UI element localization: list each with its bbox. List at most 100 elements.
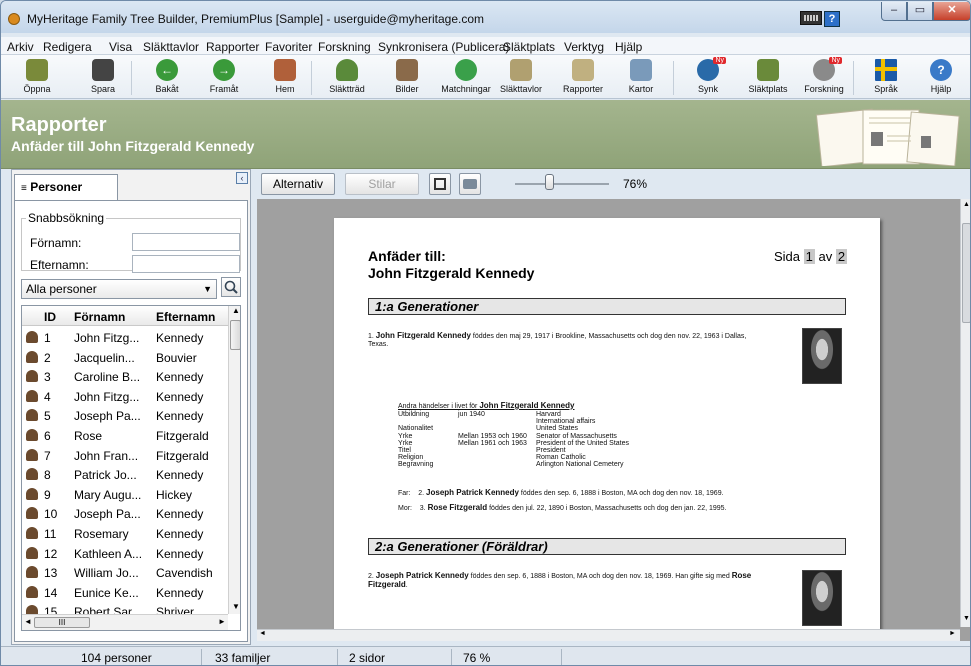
menu-verktyg[interactable]: Verktyg [564, 40, 604, 54]
row-lastname: Kennedy [156, 585, 204, 600]
save-report-button[interactable] [429, 173, 451, 195]
sync-button[interactable]: Ny Synk [678, 57, 738, 97]
styles-button[interactable]: Stilar [345, 173, 419, 195]
zoom-slider-thumb[interactable] [544, 174, 554, 190]
forward-button[interactable]: → Framåt [194, 57, 254, 97]
print-button[interactable] [459, 173, 481, 195]
person-icon [26, 448, 38, 461]
table-row[interactable]: 13 William Jo... Cavendish [22, 563, 228, 582]
table-row[interactable]: 4 John Fitzg... Kennedy [22, 387, 228, 406]
row-id: 1 [44, 331, 51, 345]
tab-persons[interactable]: ≡ Personer [14, 174, 118, 200]
minimize-button[interactable]: – [881, 2, 907, 21]
table-horizontal-scrollbar[interactable]: ◄ III ► [22, 614, 228, 630]
keyboard-icon[interactable] [800, 11, 822, 25]
photos-button[interactable]: Bilder [377, 57, 437, 97]
row-id: 9 [44, 487, 51, 502]
event-cell: Utbildning [398, 411, 430, 418]
row-lastname: Cavendish [156, 566, 213, 581]
firstname-input[interactable] [132, 233, 240, 251]
row-firstname: Joseph Pa... [74, 409, 141, 424]
menu-arkiv[interactable]: Arkiv [7, 40, 34, 54]
collapse-panel-button[interactable]: ‹ [236, 172, 248, 184]
language-button[interactable]: Språk [856, 57, 916, 97]
family-site-button[interactable]: Släktplats [738, 57, 798, 97]
table-row[interactable]: 12 Kathleen A... Kennedy [22, 544, 228, 563]
mother-entry: Mor: 3. Rose Fitzgerald föddes den jul. … [398, 503, 727, 513]
options-button[interactable]: Alternativ [261, 173, 335, 195]
generation-2-header: 2:a Generationer (Föräldrar) [368, 538, 846, 555]
row-id: 14 [44, 585, 58, 600]
menu-hjalp[interactable]: Hjälp [615, 40, 642, 54]
open-button[interactable]: Öppna [7, 57, 67, 97]
row-firstname: Jacquelin... [74, 350, 135, 365]
person-icon [26, 527, 38, 539]
table-row[interactable]: 10 Joseph Pa... Kennedy [22, 504, 228, 523]
menu-slaktplats[interactable]: Släktplats [503, 40, 555, 54]
search-button[interactable] [221, 277, 241, 297]
row-id: 7 [44, 448, 51, 463]
table-row[interactable]: 14 Eunice Ke... Kennedy [22, 583, 228, 602]
menu-favoriter[interactable]: Favoriter [265, 40, 312, 54]
menu-visa[interactable]: Visa [109, 40, 132, 54]
menu-synkronisera[interactable]: Synkronisera (Publicera) [378, 40, 509, 54]
person-entry-2: 2. Joseph Patrick Kennedy föddes den sep… [368, 571, 752, 590]
family-tree-button[interactable]: Släktträd [317, 57, 377, 97]
menu-forskning[interactable]: Forskning [318, 40, 371, 54]
back-button[interactable]: ← Bakåt [137, 57, 197, 97]
new-badge: Ny [713, 57, 726, 64]
row-firstname: John Fran... [74, 448, 139, 463]
table-row[interactable]: 2 Jacquelin... Bouvier [22, 348, 228, 367]
row-id: 6 [44, 429, 51, 443]
scroll-thumb[interactable] [962, 223, 970, 323]
reports-button[interactable]: Rapporter [553, 57, 613, 97]
menu-rapporter[interactable]: Rapporter [206, 40, 259, 54]
menu-slakttavlor[interactable]: Släkttavlor [143, 40, 199, 54]
column-id[interactable]: ID [44, 310, 56, 324]
viewer-horizontal-scrollbar[interactable]: ◄ ► [257, 629, 960, 641]
lastname-input[interactable] [132, 255, 240, 273]
column-lastname[interactable]: Efternamn [156, 310, 215, 324]
table-row[interactable]: 3 Caroline B... Kennedy [22, 367, 228, 386]
table-row[interactable]: 7 John Fran... Fitzgerald [22, 446, 228, 465]
table-row[interactable]: 9 Mary Augu... Hickey [22, 485, 228, 504]
maps-button[interactable]: Kartor [611, 57, 671, 97]
scroll-thumb[interactable]: III [34, 617, 90, 628]
table-row[interactable]: 5 Joseph Pa... Kennedy [22, 406, 228, 425]
help-button[interactable]: ? Hjälp [911, 57, 970, 97]
home-button[interactable]: Hem [255, 57, 315, 97]
menu-redigera[interactable]: Redigera [43, 40, 92, 54]
table-row[interactable]: 6 Rose Fitzgerald [22, 426, 228, 445]
table-row[interactable]: 1 John Fitzg... Kennedy [22, 328, 228, 347]
help-question-icon[interactable]: ? [824, 11, 840, 27]
row-firstname: John Fitzg... [74, 389, 140, 404]
main-toolbar: Öppna Spara ← Bakåt → Framåt Hem Släktträd… [1, 55, 970, 99]
row-id: 13 [44, 566, 58, 581]
row-id: 8 [44, 468, 51, 483]
save-button[interactable]: Spara [73, 57, 133, 97]
person-icon [26, 507, 38, 520]
close-button[interactable]: ✕ [933, 2, 970, 21]
table-vertical-scrollbar[interactable]: ▲ ▼ [228, 306, 240, 614]
charts-button[interactable]: Släkttavlor [491, 57, 551, 97]
father-entry: Far: 2. Joseph Patrick Kennedy föddes de… [398, 488, 724, 498]
scroll-thumb[interactable] [230, 320, 240, 350]
lastname-label: Efternamn: [30, 258, 89, 272]
research-button[interactable]: Ny Forskning [794, 57, 854, 97]
zoom-slider-track[interactable] [515, 183, 609, 185]
table-row[interactable]: 11 Rosemary Kennedy [22, 524, 228, 543]
section-banner: Rapporter Anfäder till John Fitzgerald K… [1, 100, 970, 169]
save-icon [92, 59, 114, 81]
table-row[interactable]: 8 Patrick Jo... Kennedy [22, 465, 228, 484]
events-header: Andra händelser i livet för John Fitzger… [398, 401, 575, 411]
search-icon [224, 280, 238, 294]
row-lastname: Kennedy [156, 468, 204, 483]
viewer-vertical-scrollbar[interactable]: ▲ ▼ [960, 199, 970, 627]
column-firstname[interactable]: Förnamn [74, 310, 125, 324]
row-lastname: Kennedy [156, 370, 204, 385]
window-title: MyHeritage Family Tree Builder, PremiumP… [27, 12, 485, 26]
persons-panel-body: Snabbsökning Förnamn: Efternamn: Alla pe… [14, 200, 248, 642]
matches-button[interactable]: Matchningar [436, 57, 496, 97]
maximize-button[interactable]: ▭ [907, 2, 933, 21]
person-filter-select[interactable]: Alla personer ▼ [21, 279, 217, 299]
